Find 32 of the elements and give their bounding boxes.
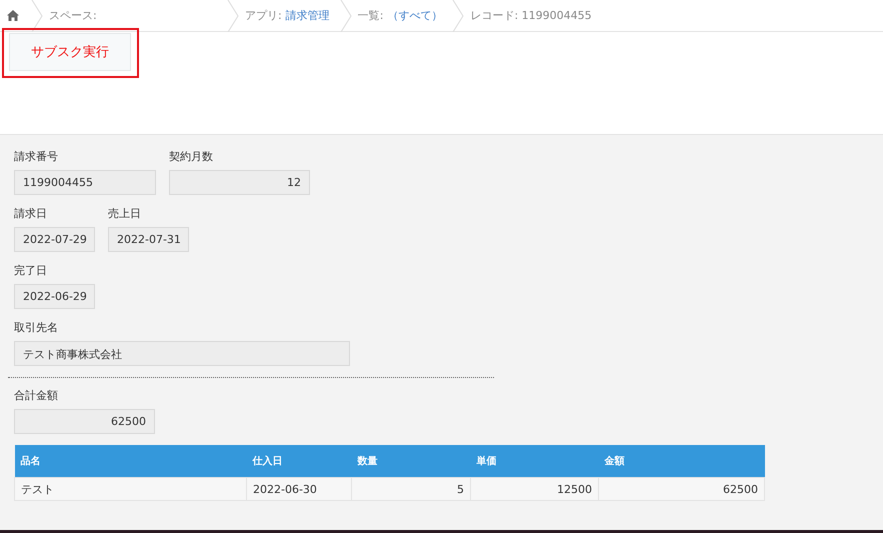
breadcrumb-label: 一覧: [358, 8, 384, 23]
home-icon[interactable] [7, 10, 19, 21]
field-label: 請求日 [14, 206, 48, 221]
breadcrumb-label: スペース: [49, 8, 97, 23]
field-label: 取引先名 [14, 320, 59, 335]
column-header: 数量 [352, 445, 470, 478]
table-cell: 62500 [598, 478, 764, 500]
column-header: 品名 [14, 445, 246, 478]
field-label: 完了日 [14, 263, 48, 278]
table-cell: 2022-06-30 [246, 478, 352, 500]
table-cell: テスト [14, 478, 246, 500]
field-value: 2022-07-31 [108, 227, 189, 252]
field-value: 2022-07-29 [14, 227, 95, 252]
field-label: 合計金額 [14, 388, 59, 403]
field-label: 契約月数 [169, 149, 214, 164]
breadcrumb-link[interactable]: 請求管理 [286, 8, 330, 23]
field-value: 12 [169, 170, 310, 195]
column-header: 仕入日 [246, 445, 352, 478]
breadcrumb-label: アプリ: [245, 8, 282, 23]
field-label: 請求番号 [14, 149, 59, 164]
table-cell: 5 [352, 478, 470, 500]
breadcrumb-link[interactable]: （すべて） [387, 8, 442, 23]
field-value: 62500 [14, 409, 155, 434]
field-value: テスト商事株式会社 [14, 341, 350, 366]
column-header: 単価 [470, 445, 598, 478]
field-value: 2022-06-29 [14, 284, 95, 309]
action-button[interactable]: サブスク実行 [9, 33, 131, 71]
table-cell: 12500 [470, 478, 598, 500]
column-header: 金額 [598, 445, 764, 478]
field-label: 売上日 [108, 206, 142, 221]
field-value: 1199004455 [14, 170, 156, 195]
breadcrumb-label: レコード: 1199004455 [470, 8, 592, 23]
